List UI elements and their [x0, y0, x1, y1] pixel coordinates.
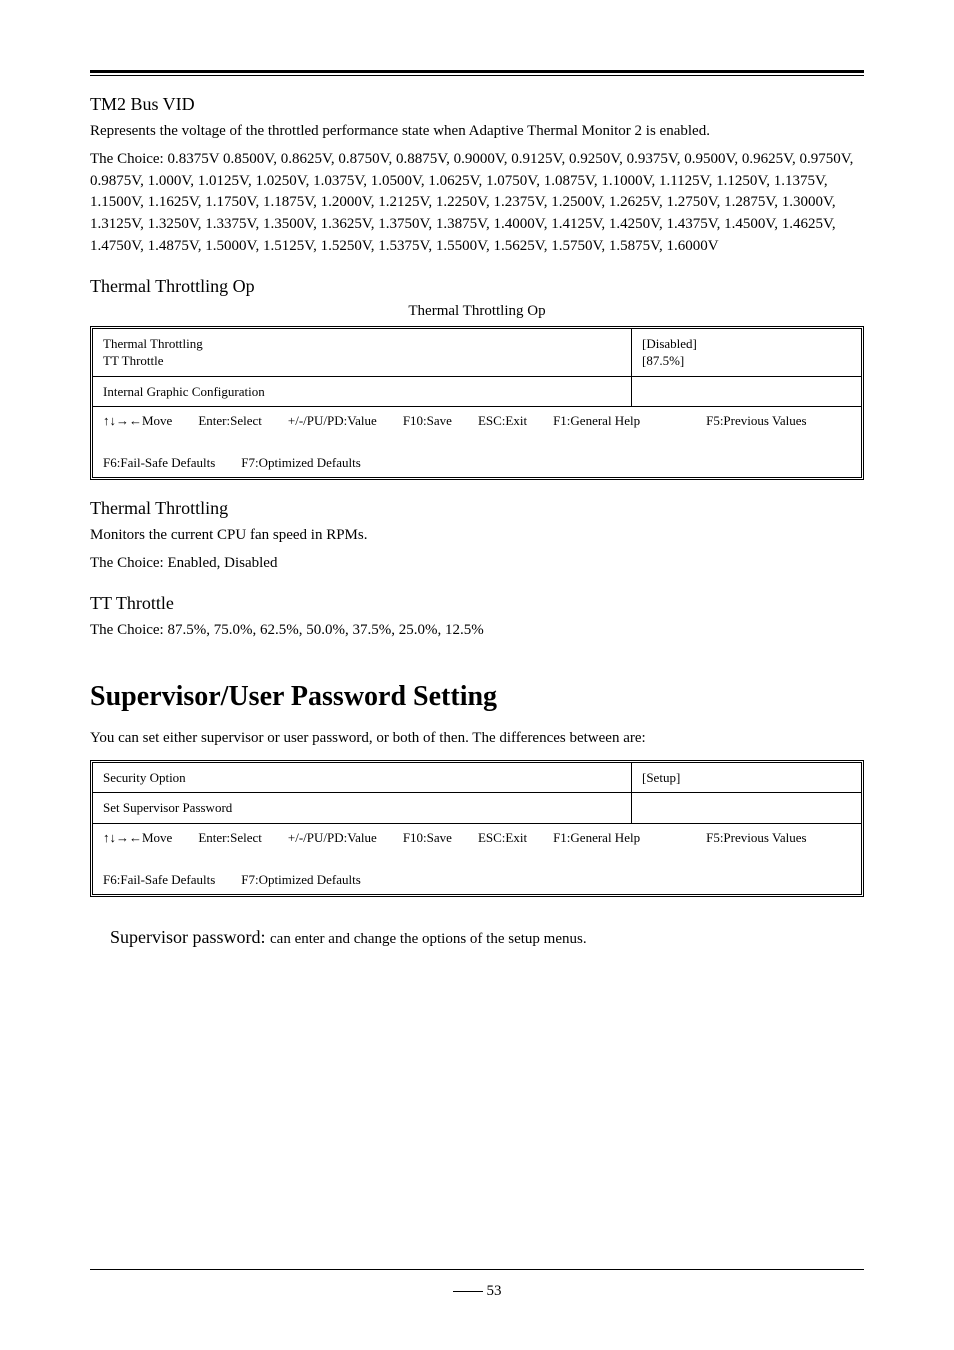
page-number-dash [453, 1291, 483, 1292]
section-tt-desc: Monitors the current CPU fan speed in RP… [90, 525, 864, 547]
choices-values: 0.8375V 0.8500V, 0.8625V, 0.8750V, 0.887… [90, 151, 853, 254]
choices-values: 87.5%, 75.0%, 62.5%, 50.0%, 37.5%, 25.0%… [167, 622, 483, 638]
bios-cell-right-sec: [Setup] [631, 763, 861, 793]
bios-value-disabled: [Disabled] [642, 335, 851, 353]
bios-cell-right: [Disabled] [87.5%] [631, 329, 861, 376]
section-tt-title: Thermal Throttling [90, 498, 864, 519]
section-tm2-choices: The Choice: 0.8375V 0.8500V, 0.8625V, 0.… [90, 149, 864, 258]
bios-footer: ↑↓→←Move Enter:Select +/-/PU/PD:Value F1… [93, 406, 861, 477]
footer-esc: ESC:Exit [478, 413, 527, 429]
bios-table-security: Security Option [Setup] Set Supervisor P… [90, 760, 864, 897]
section-ttop-title: Thermal Throttling Op [90, 276, 864, 297]
footer-move: Move [142, 830, 172, 845]
section-tm2-desc: Represents the voltage of the throttled … [90, 121, 864, 143]
section-ttt-choices: The Choice: 87.5%, 75.0%, 62.5%, 50.0%, … [90, 620, 864, 642]
section-tm2-title: TM2 Bus VID [90, 94, 864, 115]
page-number: 53 [0, 1283, 954, 1300]
footer-save: F10:Save [403, 830, 452, 846]
footer-f7: F7:Optimized Defaults [241, 872, 361, 888]
footer-enter: Enter:Select [198, 830, 262, 846]
footer-pu: +/-/PU/PD:Value [288, 830, 377, 846]
bios-cell-left: Thermal Throttling TT Throttle [93, 329, 631, 376]
page-number-text: 53 [487, 1283, 502, 1299]
footer-save: F10:Save [403, 413, 452, 429]
bios-cell-left-sec2: Set Supervisor Password [93, 793, 631, 823]
footer-rule [90, 1269, 864, 1270]
bios-cell-right2 [631, 377, 861, 407]
sup-text: can enter and change the options of the … [270, 931, 587, 947]
footer-f6: F6:Fail-Safe Defaults [103, 455, 215, 471]
bios-cell-right-sec2 [631, 793, 861, 823]
choices-values: Enabled, Disabled [167, 555, 277, 571]
footer-esc: ESC:Exit [478, 830, 527, 846]
arrows-icon: ↑↓→← [103, 413, 142, 428]
security-para: You can set either supervisor or user pa… [90, 727, 864, 750]
footer-move: Move [142, 413, 172, 428]
footer-pu: +/-/PU/PD:Value [288, 413, 377, 429]
bios-footer-sec: ↑↓→←Move Enter:Select +/-/PU/PD:Value F1… [93, 823, 861, 894]
sup-label-text: Supervisor password: [110, 927, 266, 947]
footer-f5: F5:Previous Values [706, 830, 807, 846]
bios-cell-left-sec: Security Option [93, 763, 631, 793]
footer-f5: F5:Previous Values [706, 413, 807, 429]
bios-table-thermal: Thermal Throttling TT Throttle [Disabled… [90, 326, 864, 481]
bios-caption: Thermal Throttling Op [90, 303, 864, 320]
footer-f1: F1:General Help [553, 830, 640, 846]
bios-item-tt-throttle: TT Throttle [103, 352, 621, 370]
footer-f7: F7:Optimized Defaults [241, 455, 361, 471]
arrows-icon: ↑↓→← [103, 830, 142, 845]
supervisor-label: Supervisor password: can enter and chang… [110, 927, 864, 948]
bios-item-thermal-throttling: Thermal Throttling [103, 335, 621, 353]
bios-value-875: [87.5%] [642, 352, 851, 370]
footer-f6: F6:Fail-Safe Defaults [103, 872, 215, 888]
section-ttt-title: TT Throttle [90, 593, 864, 614]
choices-label: The Choice: [90, 555, 164, 571]
choices-label: The Choice: [90, 622, 164, 638]
section-tt-choices: The Choice: Enabled, Disabled [90, 553, 864, 575]
bios-cell-left2: Internal Graphic Configuration [93, 377, 631, 407]
choices-label: The Choice: [90, 151, 164, 167]
footer-f1: F1:General Help [553, 413, 640, 429]
security-heading: Supervisor/User Password Setting [90, 681, 864, 713]
footer-enter: Enter:Select [198, 413, 262, 429]
